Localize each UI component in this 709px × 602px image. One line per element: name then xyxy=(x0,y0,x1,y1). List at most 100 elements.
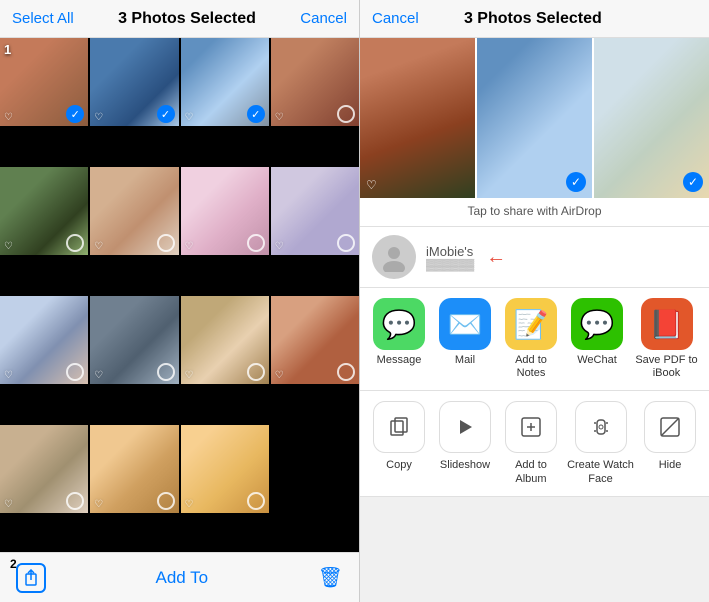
share-app-0[interactable]: 💬Message xyxy=(368,298,430,367)
photo-cell-10[interactable]: ♡ xyxy=(90,296,178,384)
contact-avatar xyxy=(372,235,416,279)
share-app-label-2: Add to Notes xyxy=(500,354,562,380)
share-app-icon-2: 📝 xyxy=(505,298,557,350)
contact-name: iMobie's xyxy=(426,244,474,259)
heart-icon-3: ♡ xyxy=(185,112,194,123)
share-apps-row: 💬Message✉️Mail📝 Add to Notes 💬 WeChat 📕 Save … xyxy=(360,288,709,391)
check-empty-14 xyxy=(157,492,175,510)
photo-cell-3[interactable]: ♡✓ xyxy=(181,38,269,126)
check-empty-13 xyxy=(66,492,84,510)
check-empty-12 xyxy=(337,363,355,381)
selected-photo-2[interactable]: ✓ xyxy=(477,38,592,198)
heart-icon-9: ♡ xyxy=(4,370,13,381)
arrow-indicator: ← xyxy=(486,246,506,269)
select-all-button[interactable]: Select All xyxy=(12,10,74,27)
check-empty-15 xyxy=(247,492,265,510)
share-app-icon-1: ✉️ xyxy=(439,298,491,350)
heart-icon-4: ♡ xyxy=(275,112,284,123)
heart-icon-13: ♡ xyxy=(4,499,13,510)
share-badge: 2 xyxy=(10,557,17,571)
heart-icon-6: ♡ xyxy=(94,241,103,252)
share-app-2[interactable]: 📝 Add to Notes xyxy=(500,298,562,380)
photo-cell-12[interactable]: ♡ xyxy=(271,296,359,384)
check-icon-2: ✓ xyxy=(566,172,586,192)
airdrop-label: Tap to share with AirDrop xyxy=(360,198,709,227)
heart-icon-14: ♡ xyxy=(94,499,103,510)
action-item-0[interactable]: Copy xyxy=(368,401,430,472)
photo-cell-4[interactable]: ♡ xyxy=(271,38,359,126)
contact-row[interactable]: iMobie's ▓▓▓▓▓▓ ← xyxy=(360,227,709,288)
selected-photo-1[interactable]: ♡ xyxy=(360,38,475,198)
check-empty-10 xyxy=(157,363,175,381)
photo-cell-9[interactable]: ♡ xyxy=(0,296,88,384)
action-row: Copy Slideshow Add to AlbumCreate Watch Fa… xyxy=(360,391,709,496)
right-header-title: 3 Photos Selected xyxy=(464,10,602,28)
share-app-label-4: Save PDF to iBook xyxy=(632,354,701,380)
heart-icon-7: ♡ xyxy=(185,241,194,252)
share-app-4[interactable]: 📕 Save PDF to iBook xyxy=(632,298,701,380)
action-icon-3 xyxy=(575,401,627,453)
photo-cell-7[interactable]: ♡ xyxy=(181,167,269,255)
action-icon-4 xyxy=(644,401,696,453)
heart-icon-12: ♡ xyxy=(275,370,284,381)
heart-icon-2: ♡ xyxy=(94,112,103,123)
check-empty-4 xyxy=(337,105,355,123)
heart-icon-1: ♡ xyxy=(4,112,13,123)
share-app-label-3: WeChat xyxy=(577,354,617,367)
action-icon-0 xyxy=(373,401,425,453)
selected-photos-row: ♡ ✓ ✓ xyxy=(360,38,709,198)
share-button[interactable]: 2 xyxy=(16,563,46,593)
photo-cell-1[interactable]: 1 ♡ ✓ xyxy=(0,38,88,126)
check-circle-2: ✓ xyxy=(157,105,175,123)
right-header: Cancel 3 Photos Selected xyxy=(360,0,709,38)
action-label-3: Create Watch Face xyxy=(566,459,635,485)
photo-cell-2[interactable]: ♡✓ xyxy=(90,38,178,126)
action-item-3[interactable]: Create Watch Face xyxy=(566,401,635,485)
action-label-1: Slideshow xyxy=(440,459,490,472)
right-panel: Cancel 3 Photos Selected ♡ ✓ ✓ Tap to sh… xyxy=(360,0,709,602)
share-app-1[interactable]: ✉️Mail xyxy=(434,298,496,367)
add-to-button[interactable]: Add To xyxy=(155,568,208,588)
photo-cell-11[interactable]: ♡ xyxy=(181,296,269,384)
share-app-icon-4: 📕 xyxy=(641,298,693,350)
heart-icon-11: ♡ xyxy=(185,370,194,381)
action-label-0: Copy xyxy=(386,459,412,472)
check-empty-11 xyxy=(247,363,265,381)
action-item-2[interactable]: Add to Album xyxy=(500,401,562,485)
photo-cell-14[interactable]: ♡ xyxy=(90,425,178,513)
photo-cell-15[interactable]: ♡ xyxy=(181,425,269,513)
check-empty-5 xyxy=(66,234,84,252)
check-empty-9 xyxy=(66,363,84,381)
check-icon-3: ✓ xyxy=(683,172,703,192)
left-footer: 2 Add To 🗑 xyxy=(0,552,359,602)
check-circle-1: ✓ xyxy=(66,105,84,123)
heart-icon-8: ♡ xyxy=(275,241,284,252)
heart-icon-1: ♡ xyxy=(366,178,377,192)
photo-cell-5[interactable]: ♡ xyxy=(0,167,88,255)
photo-cell-8[interactable]: ♡ xyxy=(271,167,359,255)
right-cancel-button[interactable]: Cancel xyxy=(372,10,419,27)
heart-icon-10: ♡ xyxy=(94,370,103,381)
number-badge-1: 1 xyxy=(4,42,11,57)
action-icon-1 xyxy=(439,401,491,453)
check-circle-3: ✓ xyxy=(247,105,265,123)
trash-button[interactable]: 🗑 xyxy=(318,565,343,590)
share-app-icon-3: 💬 xyxy=(571,298,623,350)
selected-photo-3[interactable]: ✓ xyxy=(594,38,709,198)
photo-cell-13[interactable]: ♡ xyxy=(0,425,88,513)
action-item-1[interactable]: Slideshow xyxy=(434,401,496,472)
action-item-4[interactable]: Hide xyxy=(639,401,701,472)
check-empty-7 xyxy=(247,234,265,252)
action-label-4: Hide xyxy=(659,459,682,472)
photo-cell-6[interactable]: ♡ xyxy=(90,167,178,255)
left-header: Select All 3 Photos Selected Cancel xyxy=(0,0,359,38)
heart-icon-15: ♡ xyxy=(185,499,194,510)
photo-grid: 1♡✓♡✓♡✓♡♡♡♡♡♡♡♡♡♡♡♡ xyxy=(0,38,359,552)
contact-sub: ▓▓▓▓▓▓ xyxy=(426,259,474,271)
left-cancel-button[interactable]: Cancel xyxy=(300,10,347,27)
left-panel: Select All 3 Photos Selected Cancel 1♡✓♡… xyxy=(0,0,360,602)
share-app-icon-0: 💬 xyxy=(373,298,425,350)
action-label-2: Add to Album xyxy=(500,459,562,485)
share-app-3[interactable]: 💬 WeChat xyxy=(566,298,628,367)
heart-icon-5: ♡ xyxy=(4,241,13,252)
